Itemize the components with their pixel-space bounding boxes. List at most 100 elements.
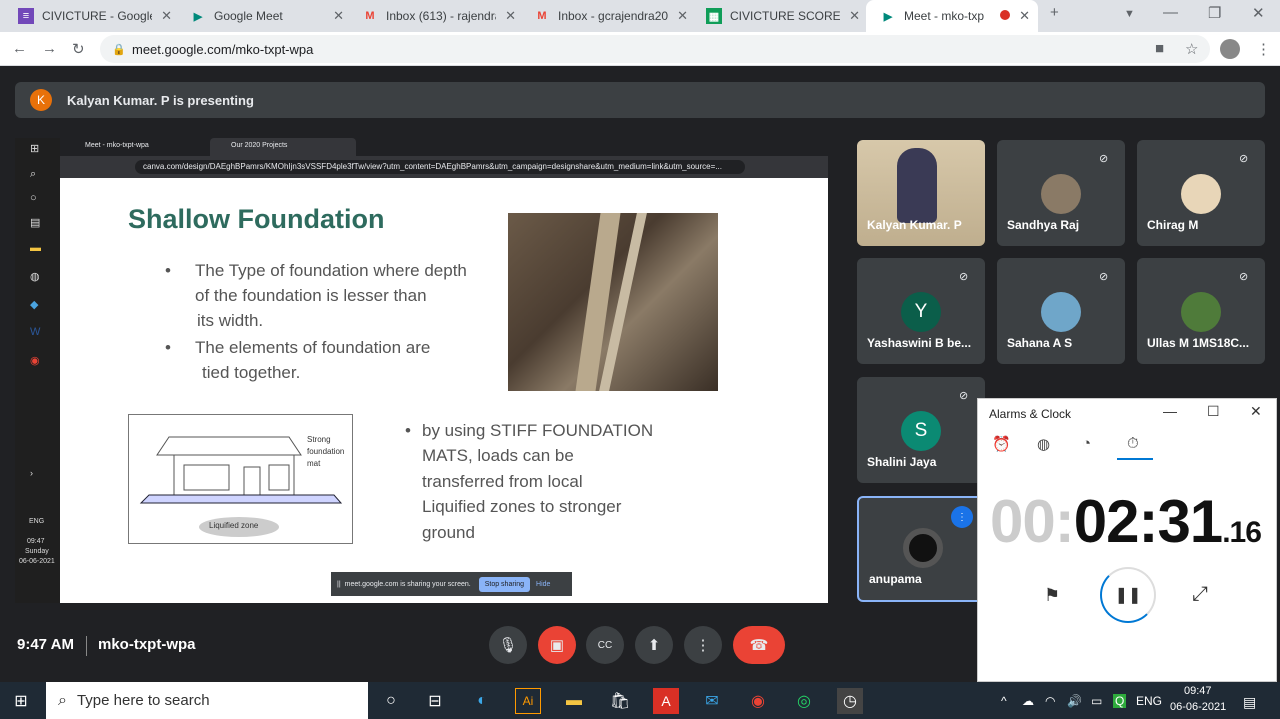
search-icon: ⌕ [30,168,37,180]
forward-icon[interactable]: → [42,40,57,57]
mail-icon[interactable]: ✉ [699,688,725,714]
minimize-icon[interactable]: — [1163,403,1177,419]
participant-name: Chirag M [1147,218,1199,232]
lock-icon: 🔒 [112,43,126,56]
shared-screen: ⊞ ⌕ ○ ▤ ▬ ◍ ◆ W ◉ › ENG 09:47 Sunday 06-… [15,138,828,603]
url-field[interactable]: 🔒 meet.google.com/mko-txpt-wpa [100,35,1210,63]
tab-civicture-form[interactable]: ≡CIVICTURE - Google F✕ [4,0,180,32]
camera-off-button[interactable]: ▣ [538,626,576,664]
expand-icon[interactable]: ⤢ [1192,583,1208,606]
language-indicator[interactable]: ENG [1136,694,1162,708]
avatar: S [901,411,941,451]
tab-search-icon[interactable]: ▼ [1124,8,1135,20]
bullet-text: transferred from local [422,472,583,491]
close-icon[interactable]: ✕ [677,8,688,24]
participant-tile-speaking[interactable]: ⋮ anupama [857,496,985,602]
present-button[interactable]: ⬆ [635,626,673,664]
clock-app-icon[interactable]: ◷ [837,688,863,714]
clock-date[interactable]: 06-06-2021 [1170,701,1226,713]
participant-name: Yashaswini B be... [867,336,972,350]
tab-inbox-rajendra[interactable]: M Inbox (613) - rajendra ✕ [348,0,524,32]
browser-tab-bar: ≡CIVICTURE - Google F✕ ▶Google Meet✕ MIn… [0,0,1280,32]
whatsapp-icon[interactable]: ◎ [791,688,817,714]
bullet-text: ground [422,523,475,542]
volume-icon[interactable]: 🔊 [1067,694,1082,708]
participant-tile[interactable]: ⊘ Y Yashaswini B be... [857,258,985,364]
participant-tile[interactable]: ⊘ Sahana A S [997,258,1125,364]
tab-google-meet[interactable]: ▶ Google Meet ✕ [176,0,352,32]
timer-tab-icon[interactable]: ◔ [1082,435,1091,452]
captions-button[interactable]: CC [586,626,624,664]
more-options-button[interactable]: ⋮ [684,626,722,664]
participant-tile[interactable]: ⊘ Sandhya Raj [997,140,1125,246]
participant-tile[interactable]: Kalyan Kumar. P [857,140,985,246]
battery-icon[interactable]: ▭ [1091,694,1102,708]
bullet-text: of the foundation is lesser than [195,286,427,305]
hide-button[interactable]: Hide [536,581,550,588]
reload-icon[interactable]: ↻ [72,40,85,58]
q-icon[interactable]: Q [1113,694,1127,708]
tab-indicator [1117,458,1153,460]
stopwatch-tab-icon[interactable]: ⏱ [1127,435,1139,452]
menu-icon[interactable]: ⋮ [1256,40,1271,58]
close-icon[interactable]: ✕ [1019,8,1030,24]
participant-tile[interactable]: ⊘ Ullas M 1MS18C... [1137,258,1265,364]
tab-meet-active[interactable]: ▶ Meet - mko-txpt- ✕ [866,0,1038,32]
bookmark-star-icon[interactable]: ☆ [1185,40,1198,58]
close-icon[interactable]: ✕ [333,8,344,24]
avatar [1041,292,1081,332]
maximize-icon[interactable]: ☐ [1207,403,1220,420]
avatar: K [30,89,52,111]
close-icon[interactable]: ✕ [849,8,860,24]
minimize-icon[interactable]: — [1163,4,1178,21]
participant-tile[interactable]: ⊘ S Shalini Jaya [857,377,985,483]
presentation-slide: Shallow Foundation • The Type of foundat… [75,178,828,603]
edge-icon[interactable]: ◐ [469,688,495,714]
task-view-icon[interactable]: ⊟ [422,688,448,714]
cortana-icon[interactable]: ○ [378,688,404,714]
close-window-icon[interactable]: ✕ [1252,4,1265,22]
diagram-label: mat [307,459,321,468]
meet-icon: ▶ [883,10,893,23]
close-icon[interactable]: ✕ [161,8,172,24]
close-icon[interactable]: ✕ [1250,403,1262,420]
taskbar-search[interactable]: ⌕ Type here to search [46,682,368,719]
new-tab-icon[interactable]: + [1050,4,1059,21]
stop-sharing-button[interactable]: Stop sharing [478,576,531,592]
bullet-1: • [165,261,171,280]
chevron-up-icon[interactable]: ^ [1001,694,1007,708]
windows-icon: ⊞ [30,143,40,155]
notification-icon[interactable]: ▤ [1243,694,1256,711]
restore-icon[interactable]: ❐ [1208,4,1221,22]
illustrator-icon[interactable]: Ai [515,688,541,714]
bullet-text: its width. [197,311,264,330]
bullet-3: • [405,421,411,440]
camera-icon[interactable]: ■ [1155,40,1164,57]
chrome-icon[interactable]: ◉ [745,688,771,714]
pause-button[interactable]: ❚❚ [1100,567,1156,623]
sheets-icon: ▦ [706,8,722,24]
tab-inbox-gcrajendra[interactable]: M Inbox - gcrajendra200 ✕ [520,0,696,32]
participant-tile[interactable]: ⊘ Chirag M [1137,140,1265,246]
chrome-icon: ◉ [30,355,40,367]
acrobat-icon[interactable]: A [653,688,679,714]
back-icon[interactable]: ← [12,40,27,57]
alarm-tab-icon[interactable]: ⏰ [992,435,1011,453]
clock-time[interactable]: 09:47 [1184,685,1212,697]
tab-civicture-sheet[interactable]: ▦CIVICTURE SCORE SH✕ [692,0,868,32]
profile-avatar[interactable] [1220,39,1240,59]
world-clock-tab-icon[interactable]: ◍ [1037,435,1050,453]
wifi-icon[interactable]: ◠ [1045,694,1055,708]
close-icon[interactable]: ✕ [505,8,516,24]
mic-button[interactable]: 🎙 [489,626,527,664]
file-explorer-icon[interactable]: ▬ [561,688,587,714]
flag-icon[interactable]: ⚑ [1044,585,1060,606]
store-icon[interactable]: 🛍 [607,688,633,714]
onedrive-icon[interactable]: ☁ [1022,694,1034,708]
forms-icon: ≡ [18,8,34,24]
remote-taskbar: ⊞ ⌕ ○ ▤ ▬ ◍ ◆ W ◉ › ENG 09:47 Sunday 06-… [15,138,60,603]
leave-call-button[interactable]: ☎ [733,626,785,664]
avatar: Y [901,292,941,332]
window-title: Alarms & Clock [989,407,1072,421]
windows-start-icon[interactable]: ⊞ [8,688,34,714]
